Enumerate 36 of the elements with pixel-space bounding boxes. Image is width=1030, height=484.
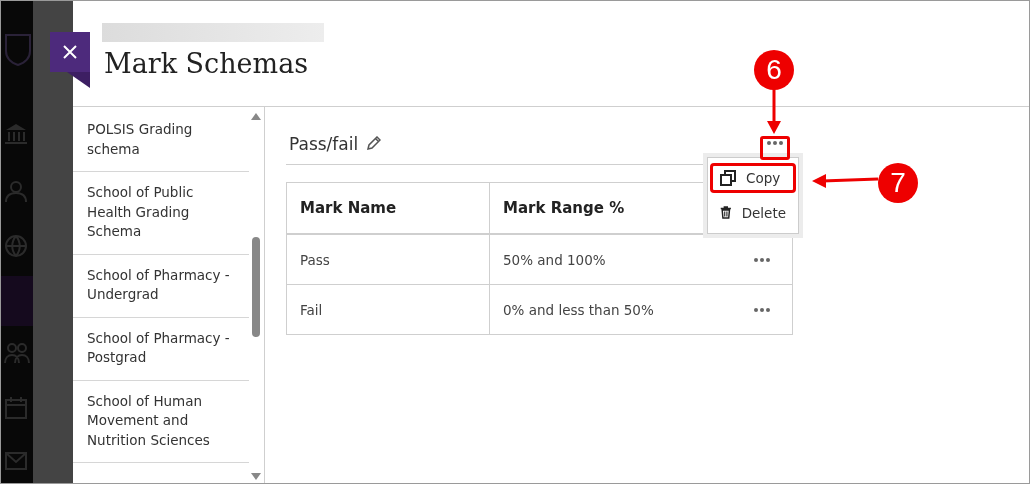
scrollbar-thumb[interactable]	[252, 237, 260, 337]
bank-icon	[4, 123, 28, 145]
close-icon	[63, 45, 77, 59]
more-options-button[interactable]	[752, 256, 772, 264]
callout-arrow	[812, 174, 878, 188]
callout-arrow	[767, 89, 781, 135]
globe-icon	[4, 234, 28, 258]
more-options-button[interactable]	[765, 139, 785, 147]
table-cell: 0% and less than 50%	[503, 301, 654, 318]
table-cell: 50% and 100%	[503, 251, 606, 268]
step-number-callout: 6	[754, 50, 794, 90]
scroll-down-icon[interactable]	[251, 473, 261, 480]
schema-list-item[interactable]: School of Human Movement and Nutrition Sciences	[73, 380, 249, 463]
column-header: Mark Name	[286, 182, 490, 234]
table-cell: Pass	[286, 234, 490, 285]
schema-list-item[interactable]: School of Pharmacy - Postgrad	[73, 317, 249, 381]
panel-title: Mark Schemas	[104, 48, 309, 79]
menu-item[interactable]: Delete	[710, 197, 796, 228]
schema-list-item[interactable]: School of Public Health Grading Schema	[73, 172, 249, 255]
step-number-callout: 7	[878, 163, 918, 203]
trash-icon	[720, 204, 732, 221]
calendar-icon	[4, 396, 28, 420]
menu-item[interactable]: Copy	[710, 163, 796, 193]
mail-icon	[4, 451, 28, 471]
copy-icon	[720, 170, 736, 186]
schema-list-item[interactable]: School of Pharmacy - Undergrad	[73, 254, 249, 318]
schema-list-item[interactable]: POLSIS Grading schema	[73, 107, 249, 172]
table-cell: Fail	[286, 284, 490, 335]
people-icon	[4, 341, 30, 365]
person-icon	[4, 179, 28, 203]
more-options-button[interactable]	[752, 306, 772, 314]
shield-logo-icon	[4, 33, 32, 67]
highlight-frame	[760, 136, 790, 160]
scroll-up-icon[interactable]	[251, 113, 261, 120]
pencil-icon[interactable]	[366, 136, 382, 151]
schema-title: Pass/fail	[289, 133, 359, 154]
